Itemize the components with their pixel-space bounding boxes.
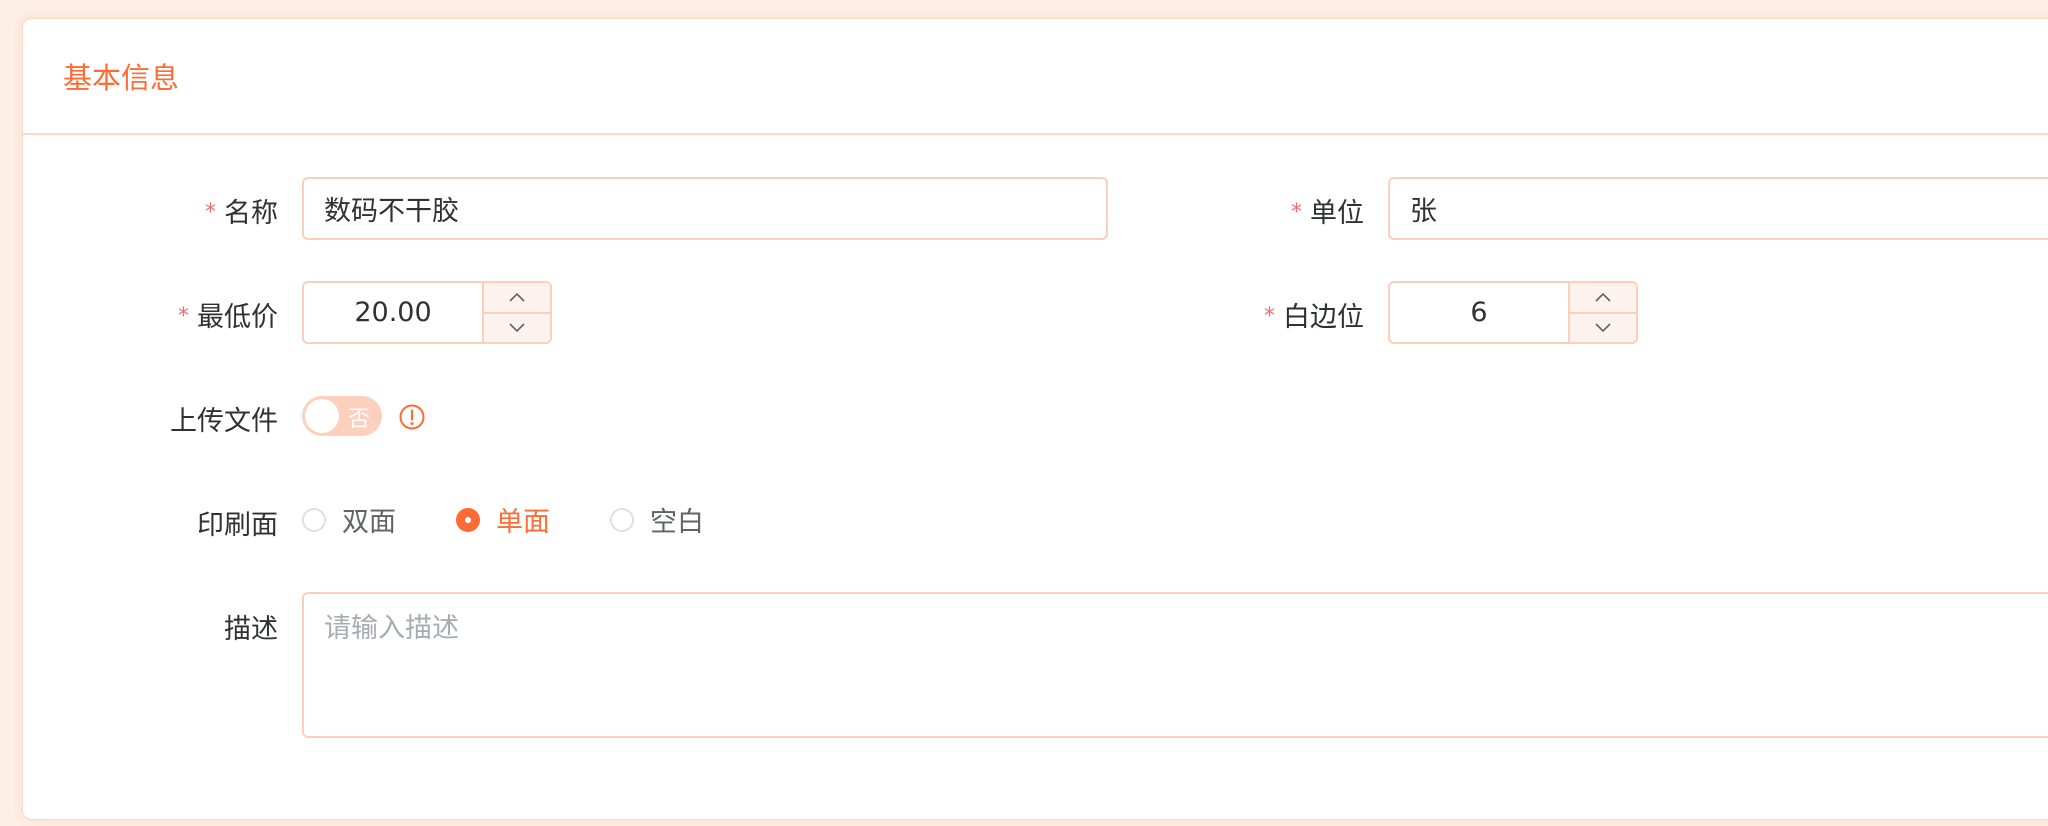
- upload-file-switch[interactable]: 否: [302, 396, 382, 436]
- radio-dot[interactable]: [610, 507, 634, 532]
- chevron-down-icon: [1595, 323, 1611, 332]
- switch-knob: [305, 399, 339, 433]
- min-price-value[interactable]: 20.00: [304, 283, 482, 342]
- description-label: 描述: [224, 614, 278, 645]
- radio-dot[interactable]: [456, 507, 480, 532]
- exclamation-circle-icon[interactable]: [398, 403, 426, 431]
- increment-button[interactable]: [484, 283, 550, 312]
- required-mark: *: [1264, 304, 1275, 329]
- chevron-up-icon: [1595, 293, 1611, 302]
- required-mark: *: [178, 304, 189, 329]
- radio-label: 空白: [650, 507, 704, 538]
- card-header: 基本信息: [23, 19, 2048, 135]
- switch-text: 否: [347, 407, 370, 432]
- unit-input[interactable]: 张: [1388, 177, 2048, 240]
- unit-label: * 单位: [1291, 198, 1364, 229]
- decrement-button[interactable]: [484, 311, 550, 342]
- radio-label: 单面: [496, 507, 550, 538]
- margin-label: * 白边位: [1264, 302, 1364, 333]
- radio-single-side[interactable]: 单面: [456, 500, 550, 539]
- section-title: 基本信息: [63, 61, 180, 95]
- increment-button[interactable]: [1570, 283, 1636, 312]
- description-placeholder: 请输入描述: [324, 613, 459, 644]
- required-mark: *: [1291, 200, 1302, 225]
- margin-stepper[interactable]: 6: [1388, 281, 1638, 344]
- print-side-label: 印刷面: [197, 510, 278, 541]
- radio-blank[interactable]: 空白: [610, 500, 704, 539]
- chevron-up-icon: [509, 293, 525, 302]
- name-input[interactable]: 数码不干胶: [302, 177, 1108, 240]
- radio-double-side[interactable]: 双面: [302, 500, 396, 539]
- chevron-down-icon: [509, 323, 525, 332]
- description-textarea[interactable]: 请输入描述: [302, 592, 2048, 738]
- radio-dot[interactable]: [302, 507, 326, 532]
- decrement-button[interactable]: [1570, 311, 1636, 342]
- name-label: * 名称: [205, 198, 278, 229]
- radio-label: 双面: [342, 507, 396, 538]
- min-price-label: * 最低价: [178, 302, 278, 333]
- required-mark: *: [205, 200, 216, 225]
- upload-file-label: 上传文件: [170, 406, 278, 437]
- min-price-stepper[interactable]: 20.00: [302, 281, 552, 344]
- print-side-radio-group: 双面 单面 空白: [302, 500, 764, 539]
- margin-value[interactable]: 6: [1390, 283, 1568, 342]
